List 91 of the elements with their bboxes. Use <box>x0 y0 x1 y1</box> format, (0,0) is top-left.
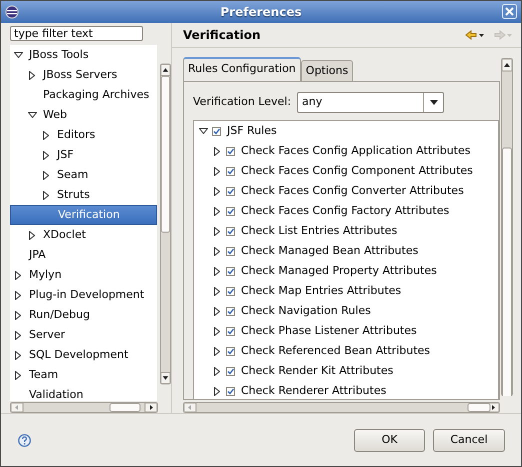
filter-field[interactable]: type filter text <box>10 26 143 41</box>
tree-item[interactable]: Server <box>10 325 157 345</box>
expand-toggle[interactable] <box>15 310 21 320</box>
expand-toggle[interactable] <box>214 386 220 396</box>
expand-toggle[interactable] <box>43 190 49 200</box>
rule-label: Check Managed Property Attributes <box>241 262 437 279</box>
checkbox[interactable] <box>226 386 235 396</box>
tab[interactable]: Options <box>300 60 354 81</box>
checkbox[interactable] <box>226 266 235 276</box>
expand-toggle[interactable] <box>214 166 220 176</box>
tree-item[interactable]: Plug-in Development <box>10 285 157 305</box>
expand-toggle[interactable] <box>29 70 35 80</box>
expand-toggle[interactable] <box>198 128 208 134</box>
checkbox[interactable] <box>226 326 235 336</box>
checkbox[interactable] <box>226 366 235 376</box>
expand-toggle[interactable] <box>29 230 35 240</box>
rule-label: Check Managed Bean Attributes <box>241 242 418 259</box>
checkbox[interactable] <box>226 166 235 176</box>
dialog-button[interactable]: Cancel <box>433 428 505 452</box>
checkbox[interactable] <box>226 246 235 256</box>
tree-item[interactable]: JPA <box>10 245 157 265</box>
tree-item[interactable]: JBoss Servers <box>10 65 157 85</box>
tree-item[interactable]: Struts <box>10 185 157 205</box>
rule-label: Check Referenced Bean Attributes <box>241 342 430 359</box>
expand-toggle[interactable] <box>214 366 220 376</box>
checkbox[interactable] <box>226 226 235 236</box>
tab[interactable]: Rules Configuration <box>183 56 301 81</box>
expand-toggle[interactable] <box>214 226 220 236</box>
rule-label: Check Phase Listener Attributes <box>241 322 417 339</box>
expand-toggle[interactable] <box>43 130 49 140</box>
dialog-button[interactable]: OK <box>354 428 425 452</box>
rule-label: JSF Rules <box>227 122 277 139</box>
expand-toggle[interactable] <box>214 266 220 276</box>
window-title: Preferences <box>220 4 302 21</box>
rule-label: Check Navigation Rules <box>241 302 371 319</box>
checkbox[interactable] <box>226 206 235 216</box>
expand-toggle[interactable] <box>214 346 220 356</box>
expand-toggle[interactable] <box>15 330 21 340</box>
scrollbar[interactable] <box>501 58 513 396</box>
tree-item[interactable]: Verification <box>10 205 157 225</box>
checkbox[interactable] <box>226 286 235 296</box>
field-label: Verification Level: <box>193 94 292 110</box>
tree-item[interactable]: JBoss Tools <box>10 45 157 65</box>
expand-toggle[interactable] <box>214 286 220 296</box>
expand-toggle[interactable] <box>14 52 22 58</box>
expand-toggle[interactable] <box>214 186 220 196</box>
scrollbar[interactable] <box>10 402 158 413</box>
rule-label: Check Faces Config Factory Attributes <box>241 202 450 219</box>
tree-item[interactable]: JSF <box>10 145 157 165</box>
tree-item[interactable]: Web <box>10 105 157 125</box>
rule-label: Check Faces Config Component Attributes <box>241 162 473 179</box>
tree-item[interactable]: SQL Development <box>10 345 157 365</box>
rule-label: Check Render Kit Attributes <box>241 362 394 379</box>
expand-toggle[interactable] <box>28 112 36 118</box>
rule-label: Check Faces Config Converter Attributes <box>241 182 464 199</box>
tree-item[interactable]: Mylyn <box>10 265 157 285</box>
rule-label: Check Map Entries Attributes <box>241 282 402 299</box>
tree-item[interactable]: Run/Debug <box>10 305 157 325</box>
checkbox[interactable] <box>226 306 235 316</box>
tree-item[interactable]: Team <box>10 365 157 385</box>
scrollbar[interactable] <box>183 402 500 413</box>
verification-level-dropdown[interactable]: any <box>297 92 444 113</box>
expand-toggle[interactable] <box>214 306 220 316</box>
tree-item[interactable]: Packaging Archives <box>10 85 157 105</box>
expand-toggle[interactable] <box>15 290 21 300</box>
tree-item[interactable]: Editors <box>10 125 157 145</box>
expand-toggle[interactable] <box>214 326 220 336</box>
back-arrow-icon[interactable] <box>465 30 485 40</box>
tree-item[interactable]: XDoclet <box>10 225 157 245</box>
rule-label: Check Faces Config Application Attributes <box>241 142 470 159</box>
expand-toggle[interactable] <box>15 370 21 380</box>
app-icon <box>5 5 19 19</box>
expand-toggle[interactable] <box>43 170 49 180</box>
help-icon[interactable] <box>18 434 31 446</box>
rule-label: Check Renderer Attributes <box>241 382 386 399</box>
expand-toggle[interactable] <box>214 146 220 156</box>
caret-icon <box>430 100 438 105</box>
checkbox[interactable] <box>226 186 235 196</box>
rule-label: Check List Entries Attributes <box>241 222 398 239</box>
tree-item[interactable]: Seam <box>10 165 157 185</box>
expand-toggle[interactable] <box>214 246 220 256</box>
checkbox[interactable] <box>226 146 235 156</box>
checkbox[interactable] <box>212 126 221 136</box>
expand-toggle[interactable] <box>214 206 220 216</box>
expand-toggle[interactable] <box>15 350 21 360</box>
page-title: Verification <box>183 26 261 44</box>
tree-item[interactable]: Validation <box>10 385 157 401</box>
expand-toggle[interactable] <box>15 270 21 280</box>
checkbox[interactable] <box>226 346 235 356</box>
close-button[interactable] <box>502 4 517 19</box>
expand-toggle[interactable] <box>43 150 49 160</box>
